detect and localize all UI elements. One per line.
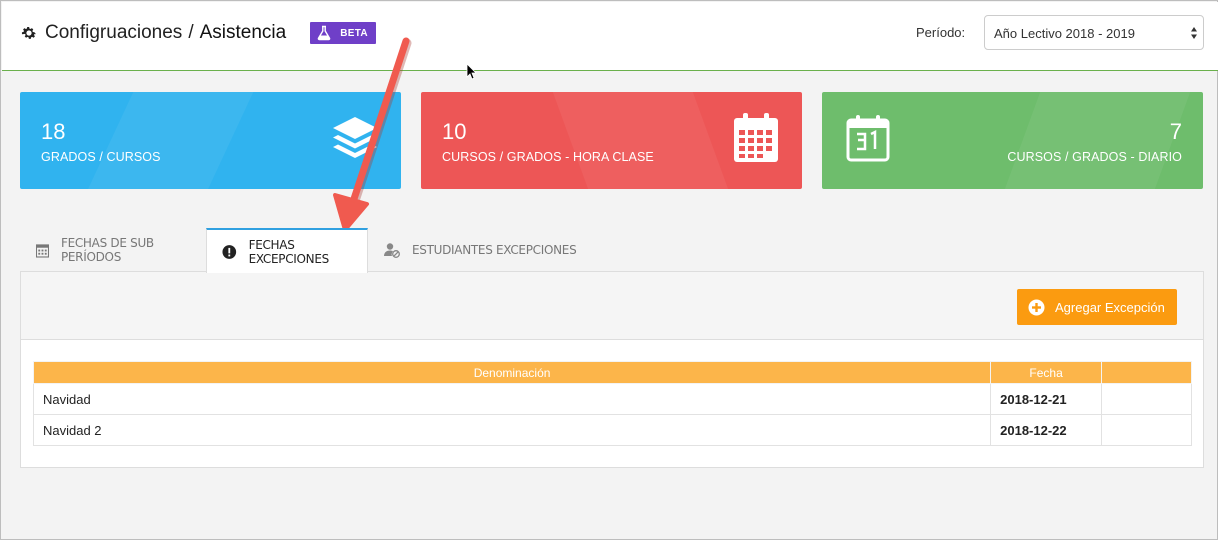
card-texture [77,92,263,189]
tab-bar: FECHAS DE SUB PERÍODOS FECHAS EXCEPCIONE… [20,228,1204,273]
periodo-label: Período: [916,25,966,40]
table-row[interactable]: Navidad 2 2018-12-22 [32,414,1192,446]
cell-fecha: 2018-12-21 [990,383,1103,415]
stat-label: CURSOS / GRADOS - DIARIO [1007,150,1182,164]
cell-fecha: 2018-12-22 [990,414,1103,446]
tab-panel: Agregar Excepción Denominación Fecha Nav… [20,271,1204,468]
user-block-icon [384,243,400,258]
page-header: Configruaciones / Asistencia BETA Períod… [2,2,1218,71]
stat-value: 10 [442,119,467,144]
exceptions-table: Denominación Fecha Navidad 2018-12-21 Na… [32,361,1192,446]
cell-denominacion: Navidad 2 [32,414,992,446]
title-page: Asistencia [199,22,287,43]
periodo-value: Año Lectivo 2018 - 2019 [994,26,1135,41]
select-arrows-icon [1191,27,1197,39]
calendar-icon [36,243,49,258]
tab-fechas-excepciones[interactable]: FECHAS EXCEPCIONES [206,228,368,273]
panel-toolbar: Agregar Excepción [21,272,1203,340]
plus-circle-icon [1028,299,1045,315]
title-separator: / [188,22,194,43]
table-row[interactable]: Navidad 2018-12-21 [32,383,1192,415]
layers-icon [333,117,377,158]
tab-label: FECHAS EXCEPCIONES [248,237,330,266]
tab-label: ESTUDIANTES EXCEPCIONES [412,243,577,257]
stat-label: CURSOS / GRADOS - HORA CLASE [442,150,654,164]
cell-actions [1101,414,1192,446]
page-title: Configruaciones / Asistencia BETA [20,21,376,45]
exclamation-circle-icon [222,244,237,259]
stat-card-hora-clase[interactable]: 10 CURSOS / GRADOS - HORA CLASE [421,92,802,189]
table-header-row: Denominación Fecha [32,361,1192,384]
stat-value: 7 [1169,119,1182,144]
app-window: Configruaciones / Asistencia BETA Períod… [0,0,1218,540]
flask-icon [317,25,331,41]
stat-label: GRADOS / CURSOS [41,150,161,164]
beta-badge: BETA [310,22,376,44]
cell-denominacion: Navidad [32,383,992,415]
gear-icon [21,27,37,39]
title-prefix: Configruaciones [45,22,183,43]
card-texture [541,92,741,189]
add-exception-button[interactable]: Agregar Excepción [1017,289,1177,325]
tab-label: FECHAS DE SUB PERÍODOS [60,236,154,264]
calendar-31-icon [846,115,890,162]
tab-estudiantes-excepciones[interactable]: ESTUDIANTES EXCEPCIONES [384,228,584,272]
stat-card-diario[interactable]: 7 CURSOS / GRADOS - DIARIO [822,92,1203,189]
tab-fechas-sub-periodos[interactable]: FECHAS DE SUB PERÍODOS [36,228,206,272]
beta-label: BETA [340,27,368,39]
cell-actions [1101,383,1192,415]
calendar-grid-icon [734,113,778,162]
stat-card-grados[interactable]: 18 GRADOS / CURSOS [20,92,401,189]
add-exception-label: Agregar Excepción [1055,299,1165,315]
stat-value: 18 [41,119,66,144]
column-header-actions [1101,361,1192,384]
column-header-denominacion[interactable]: Denominación [32,361,992,384]
periodo-select[interactable]: Año Lectivo 2018 - 2019 [984,15,1204,50]
column-header-fecha[interactable]: Fecha [990,361,1103,384]
